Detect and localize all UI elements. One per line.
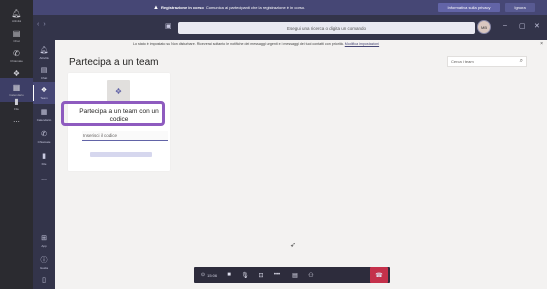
share-button[interactable]: ⊡ (254, 267, 268, 283)
call-timer: ⊙ 15:06 (200, 272, 218, 278)
recording-banner: ▲ Registrazione in corso Comunica ai par… (33, 0, 547, 15)
chat-icon: ▤ (292, 272, 298, 279)
more-icon: ••• (273, 272, 281, 278)
rail-item-files[interactable]: ▮ File (33, 148, 55, 170)
more-icon: ... (41, 175, 47, 182)
hang-up-button[interactable]: ☎ (370, 267, 388, 283)
mic-icon: 🎙︎ (241, 272, 249, 279)
camera-button[interactable]: ■ (222, 267, 236, 283)
rail-item-apps[interactable]: ⊞ App (33, 230, 55, 252)
rail-item-calendar[interactable]: ▦ Calendario (33, 104, 55, 126)
title-bar: ‹› ▣ Esegui una ricerca o digita un coma… (33, 15, 547, 40)
maximize-icon[interactable]: ▢ (519, 22, 526, 30)
participants-icon: ⚇ (308, 272, 314, 279)
teams-icon: ❖ (12, 68, 21, 78)
phone-icon: ✆ (41, 130, 47, 138)
bell-icon: 🔔︎ (39, 46, 49, 54)
minimize-icon[interactable]: – (503, 22, 507, 29)
more-actions-button[interactable]: ••• (270, 267, 284, 283)
file-icon: ▮ (42, 152, 46, 160)
rail-item-activity[interactable]: 🔔︎ Attività (33, 42, 55, 64)
more-icon: ... (13, 115, 20, 124)
share-screen-icon: ⊡ (258, 272, 264, 279)
calendar-icon: ▦ (12, 82, 21, 92)
close-icon[interactable]: × (540, 41, 543, 47)
rail-item-calls[interactable]: ✆ Chiamate (33, 126, 55, 148)
participants-button[interactable]: ⚇ (304, 267, 318, 283)
privacy-button[interactable]: Informativa sulla privacy (438, 3, 500, 12)
highlight-annotation (61, 101, 165, 126)
chat-icon: ▤ (12, 28, 21, 38)
outer-rail-more[interactable]: ... (0, 108, 33, 132)
search-input[interactable]: Esegui una ricerca o digita un comando (178, 22, 475, 34)
main-content: Partecipa a un team Cerca i team ⌕ ❖ Par… (55, 47, 547, 289)
teams-icon: ❖ (40, 86, 48, 94)
team-code-input[interactable]: Inserisci il codice (82, 131, 168, 141)
team-code-icon: ❖ (107, 80, 130, 103)
search-icon: ⌕ (519, 58, 523, 64)
chat-button[interactable]: ▤ (288, 267, 302, 283)
ignore-button[interactable]: Ignora (505, 3, 535, 12)
chat-icon: ▤ (40, 66, 48, 74)
bell-icon: 🔔︎ (11, 8, 22, 18)
warning-icon: ▲ (153, 4, 159, 11)
recording-message: ▲ Registrazione in corso Comunica ai par… (153, 4, 306, 11)
file-icon: ▮ (14, 96, 19, 106)
rail-item-device[interactable]: ▯ (33, 270, 55, 289)
teams-window: 🔔︎ Attività ▤ Chat ✆ Chiamate ❖ Team ▦ C… (0, 0, 547, 289)
camera-icon: ■ (227, 272, 231, 278)
hang-up-icon: ☎ (375, 272, 383, 279)
phone-icon: ✆ (13, 48, 20, 58)
nav-arrows: ‹› (37, 21, 50, 28)
dnd-notice: Lo stato è impostato su Non disturbare. … (55, 40, 547, 47)
rail-item-teams[interactable]: ❖ Team (33, 82, 55, 104)
compose-icon[interactable]: ▣ (165, 22, 172, 30)
avatar[interactable]: MB (477, 20, 491, 34)
close-icon[interactable]: ✕ (534, 22, 540, 30)
join-team-button[interactable] (90, 152, 152, 157)
calendar-icon: ▦ (40, 108, 48, 116)
outer-app-rail: 🔔︎ Attività ▤ Chat ✆ Chiamate ❖ Team ▦ C… (0, 0, 33, 289)
mouse-cursor-icon: ➶ (290, 242, 296, 249)
device-icon: ▯ (42, 277, 46, 284)
record-icon: ⊙ (200, 272, 206, 278)
apps-icon: ⊞ (41, 234, 47, 242)
team-search-input[interactable]: Cerca i team ⌕ (447, 56, 527, 67)
app-rail: 🔔︎ Attività ▤ Chat ❖ Team ▦ Calendario ✆… (33, 40, 55, 289)
forward-icon[interactable]: › (43, 21, 49, 28)
help-icon: ⓘ (40, 256, 48, 264)
mic-button[interactable]: 🎙︎ (238, 267, 252, 283)
rail-item-chat[interactable]: ▤ Chat (33, 62, 55, 84)
page-title: Partecipa a un team (69, 57, 159, 68)
rail-item-more[interactable]: ... (33, 168, 55, 190)
change-settings-link[interactable]: Modifica impostazioni (345, 42, 379, 46)
call-toolbar: ⊙ 15:06 ■ 🎙︎ ⊡ ••• ▤ ⚇ ☎ (194, 267, 390, 283)
